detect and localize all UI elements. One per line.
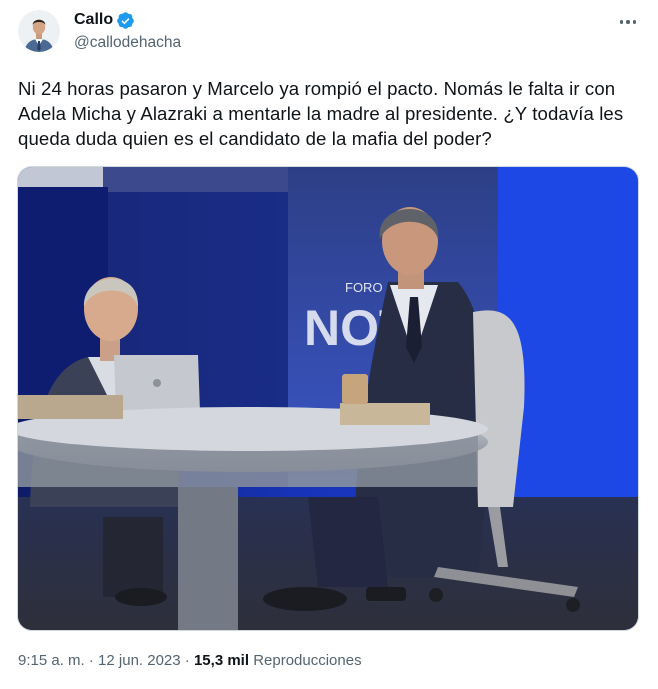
tweet-date[interactable]: 12 jun. 2023 <box>98 652 181 669</box>
meta-separator: · <box>88 652 94 669</box>
handle[interactable]: @callodehacha <box>74 34 181 52</box>
tweet-photo[interactable]: FORO NOTI <box>17 166 639 631</box>
views-label: Reproducciones <box>253 652 362 669</box>
author-names: Callo @callodehacha <box>74 10 181 52</box>
tweet-text: Ni 24 horas pasaron y Marcelo ya rompió … <box>18 78 624 149</box>
more-options-icon[interactable] <box>616 10 640 34</box>
tweet-header: Callo @callodehacha <box>18 10 640 56</box>
meta-separator-2: · <box>184 652 190 669</box>
views-count: 15,3 mil <box>193 652 250 669</box>
backdrop-small-text: FORO <box>345 280 383 295</box>
tweet-time[interactable]: 9:15 a. m. <box>18 652 85 669</box>
tv-studio-photo: FORO NOTI <box>18 167 638 630</box>
tweet-meta: 9:15 a. m. · 12 jun. 2023 · 15,3 mil Rep… <box>18 652 362 669</box>
display-name[interactable]: Callo <box>74 11 113 29</box>
avatar[interactable] <box>18 10 60 52</box>
verified-badge-icon <box>116 11 135 30</box>
avatar-image <box>18 10 60 52</box>
